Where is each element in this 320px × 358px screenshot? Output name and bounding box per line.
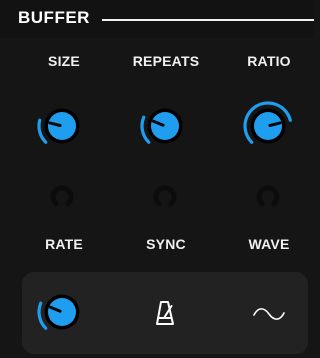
size-mod-indicator[interactable] [50, 184, 74, 208]
wave-button[interactable] [247, 292, 291, 336]
knob-graphic [243, 101, 292, 144]
size-knob[interactable] [35, 99, 89, 153]
sine-wave-icon [253, 308, 285, 320]
knob-graphic [37, 108, 80, 144]
knob-value-arc [37, 301, 48, 330]
size-label: SIZE [48, 53, 80, 69]
knob-body [48, 112, 76, 140]
rate-knob[interactable] [35, 285, 89, 339]
ratio-mod-indicator[interactable] [256, 184, 280, 208]
knob-value-arc [140, 115, 151, 144]
knob-body [48, 298, 76, 326]
ratio-label: RATIO [247, 53, 291, 69]
knob-body [151, 112, 179, 140]
repeats-label: REPEATS [132, 53, 200, 69]
knob-graphic [140, 108, 183, 144]
repeats-knob[interactable] [138, 99, 192, 153]
sync-button[interactable] [143, 291, 187, 335]
rate-label: RATE [45, 236, 83, 252]
ratio-knob[interactable] [241, 99, 295, 153]
knob-body [254, 112, 282, 140]
section-title: BUFFER [18, 8, 90, 27]
sync-label: SYNC [146, 236, 186, 252]
wave-label: WAVE [248, 236, 290, 252]
repeats-mod-indicator[interactable] [153, 184, 177, 208]
metronome-icon [156, 301, 174, 325]
section-header: BUFFER [0, 0, 314, 38]
knob-graphic [37, 294, 80, 330]
header-divider [102, 19, 314, 21]
